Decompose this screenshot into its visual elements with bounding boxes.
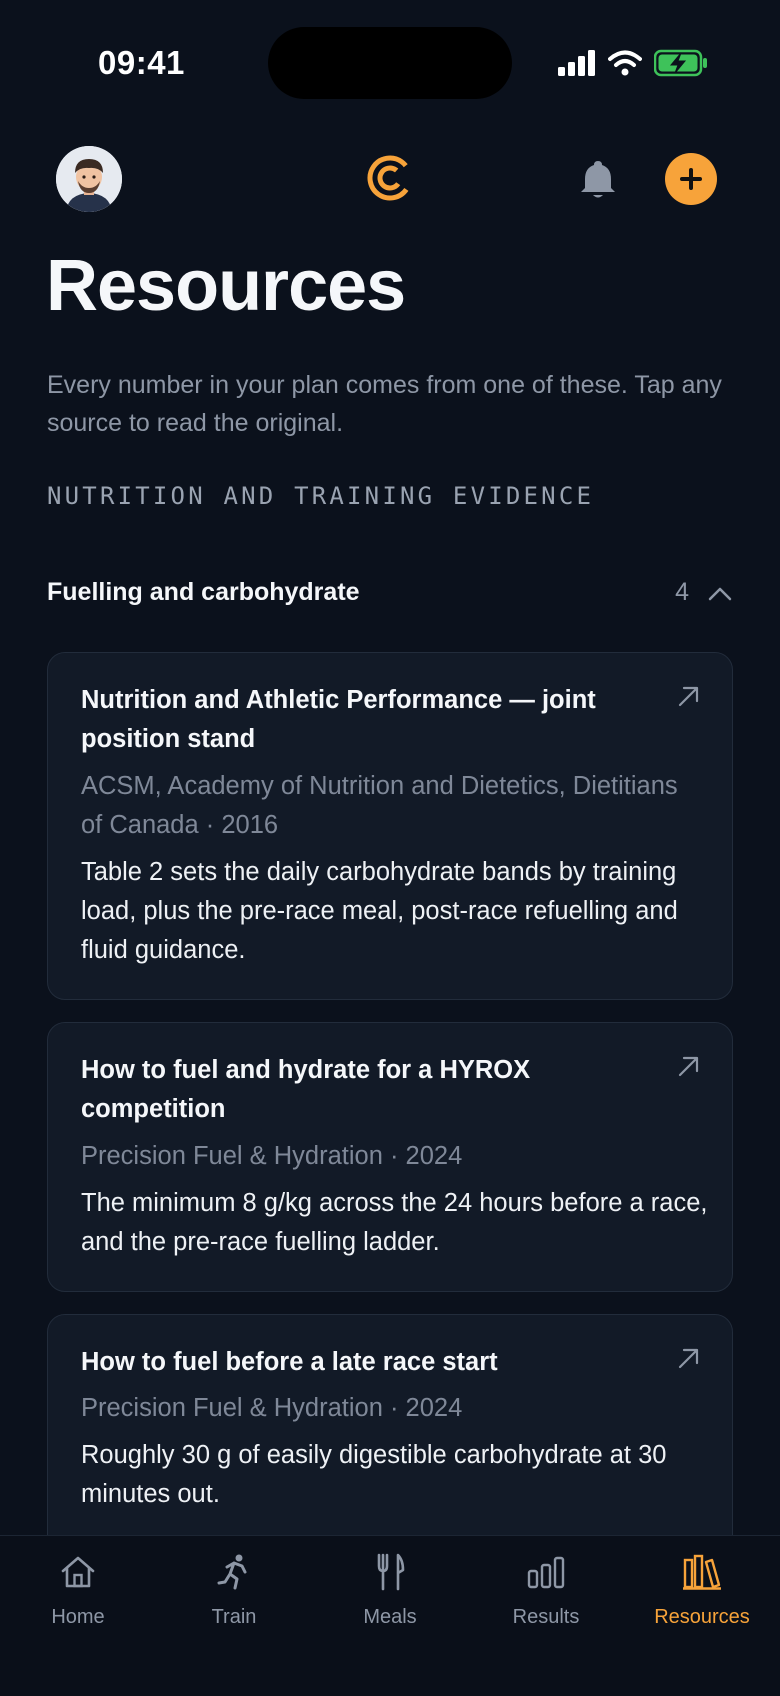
user-avatar-icon	[56, 146, 122, 212]
source-description: The minimum 8 g/kg across the 24 hours b…	[81, 1189, 708, 1256]
tab-home[interactable]: Home	[0, 1552, 156, 1642]
source-meta: ACSM, Academy of Nutrition and Dietetics…	[81, 772, 678, 839]
source-description: Roughly 30 g of easily digestible carboh…	[81, 1441, 667, 1508]
top-nav	[0, 140, 780, 220]
source-description: Table 2 sets the daily carbohydrate band…	[81, 858, 678, 964]
tab-bar: Home Train Meals Results Resources	[0, 1535, 780, 1696]
source-meta: Precision Fuel & Hydration · 2024	[81, 1394, 463, 1422]
source-title: How to fuel before a late race start	[81, 1348, 498, 1376]
page-subtitle: Every number in your plan comes from one…	[47, 371, 722, 437]
bars-icon	[527, 1556, 565, 1589]
tab-results[interactable]: Results	[468, 1552, 624, 1642]
group-count: 4	[675, 578, 689, 606]
app-logo-icon	[367, 155, 413, 201]
tab-resources[interactable]: Resources	[624, 1552, 780, 1642]
group-title: Fuelling and carbohydrate	[47, 578, 360, 606]
source-card[interactable]: How to fuel and hydrate for a HYROX comp…	[47, 1022, 733, 1292]
books-icon	[683, 1554, 721, 1590]
source-card[interactable]: Nutrition and Athletic Performance — joi…	[47, 652, 733, 1000]
cellular-signal-icon	[558, 50, 595, 76]
chevron-up-icon	[708, 587, 732, 601]
section-label: NUTRITION AND TRAINING EVIDENCE	[47, 482, 595, 510]
status-bar: 09:41	[0, 0, 780, 130]
source-card[interactable]: How to fuel before a late race start Pre…	[47, 1314, 733, 1554]
source-meta: Precision Fuel & Hydration · 2024	[81, 1142, 463, 1170]
tab-label: Resources	[654, 1606, 750, 1628]
wifi-icon	[608, 50, 642, 76]
tab-label: Results	[512, 1606, 580, 1628]
runner-icon	[217, 1554, 247, 1590]
home-icon	[61, 1556, 95, 1588]
external-link-icon[interactable]	[676, 1345, 702, 1371]
external-link-icon[interactable]	[676, 1053, 702, 1079]
add-button[interactable]	[665, 153, 717, 205]
page-title: Resources	[46, 246, 406, 326]
tab-label: Meals	[363, 1606, 417, 1628]
tab-label: Train	[211, 1606, 257, 1628]
status-icons	[558, 46, 708, 80]
external-link-icon[interactable]	[676, 683, 702, 709]
plus-icon	[680, 168, 702, 190]
battery-charging-icon	[654, 49, 707, 77]
tab-train[interactable]: Train	[156, 1552, 312, 1642]
bell-icon[interactable]	[578, 158, 618, 200]
status-time: 09:41	[98, 44, 185, 81]
tab-label: Home	[51, 1606, 105, 1628]
tab-meals[interactable]: Meals	[312, 1552, 468, 1642]
dynamic-island	[268, 27, 512, 99]
cutlery-icon	[377, 1553, 405, 1591]
source-title: How to fuel and hydrate for a HYROX comp…	[81, 1056, 531, 1123]
avatar[interactable]	[56, 146, 122, 212]
source-title: Nutrition and Athletic Performance — joi…	[81, 686, 596, 753]
group-header-fuelling[interactable]: Fuelling and carbohydrate 4	[47, 574, 733, 616]
